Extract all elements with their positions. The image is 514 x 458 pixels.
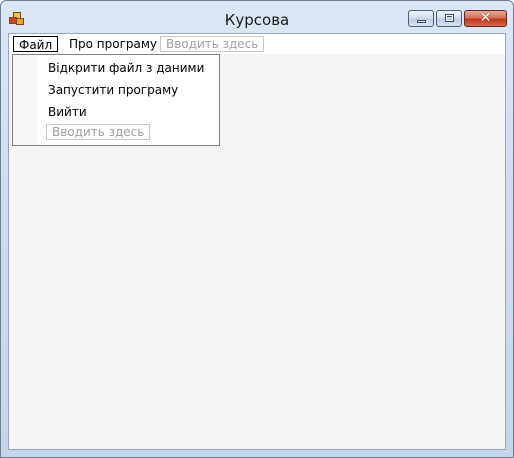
dropdown-icon-gutter	[13, 55, 37, 145]
menu-item-run-program[interactable]: Запустити програму	[48, 82, 178, 98]
menu-about[interactable]: Про програму	[63, 36, 163, 52]
minimize-button[interactable]	[408, 10, 434, 27]
maximize-icon	[445, 14, 454, 22]
file-dropdown-menu: Відкрити файл з даними Запустити програм…	[12, 54, 220, 146]
menu-item-open-data-file[interactable]: Відкрити файл з даними	[48, 60, 204, 76]
maximize-button[interactable]	[436, 10, 462, 27]
caption-buttons: ✕	[408, 10, 507, 27]
close-button[interactable]: ✕	[464, 10, 507, 27]
client-area: Файл Про програму Вводить здесь Відкрити…	[8, 33, 506, 450]
minimize-icon	[417, 20, 426, 23]
menu-type-here-placeholder[interactable]: Вводить здесь	[160, 36, 265, 52]
close-icon: ✕	[479, 10, 492, 26]
title-bar[interactable]: Курсова ✕	[1, 1, 513, 33]
menu-item-exit[interactable]: Вийти	[48, 104, 87, 120]
main-window: Курсова ✕ Файл Про програму Вводить здес…	[0, 0, 514, 458]
menu-bar: Файл Про програму Вводить здесь	[9, 34, 505, 54]
menu-file[interactable]: Файл	[13, 36, 59, 52]
dropdown-type-here-placeholder[interactable]: Вводить здесь	[46, 124, 151, 140]
